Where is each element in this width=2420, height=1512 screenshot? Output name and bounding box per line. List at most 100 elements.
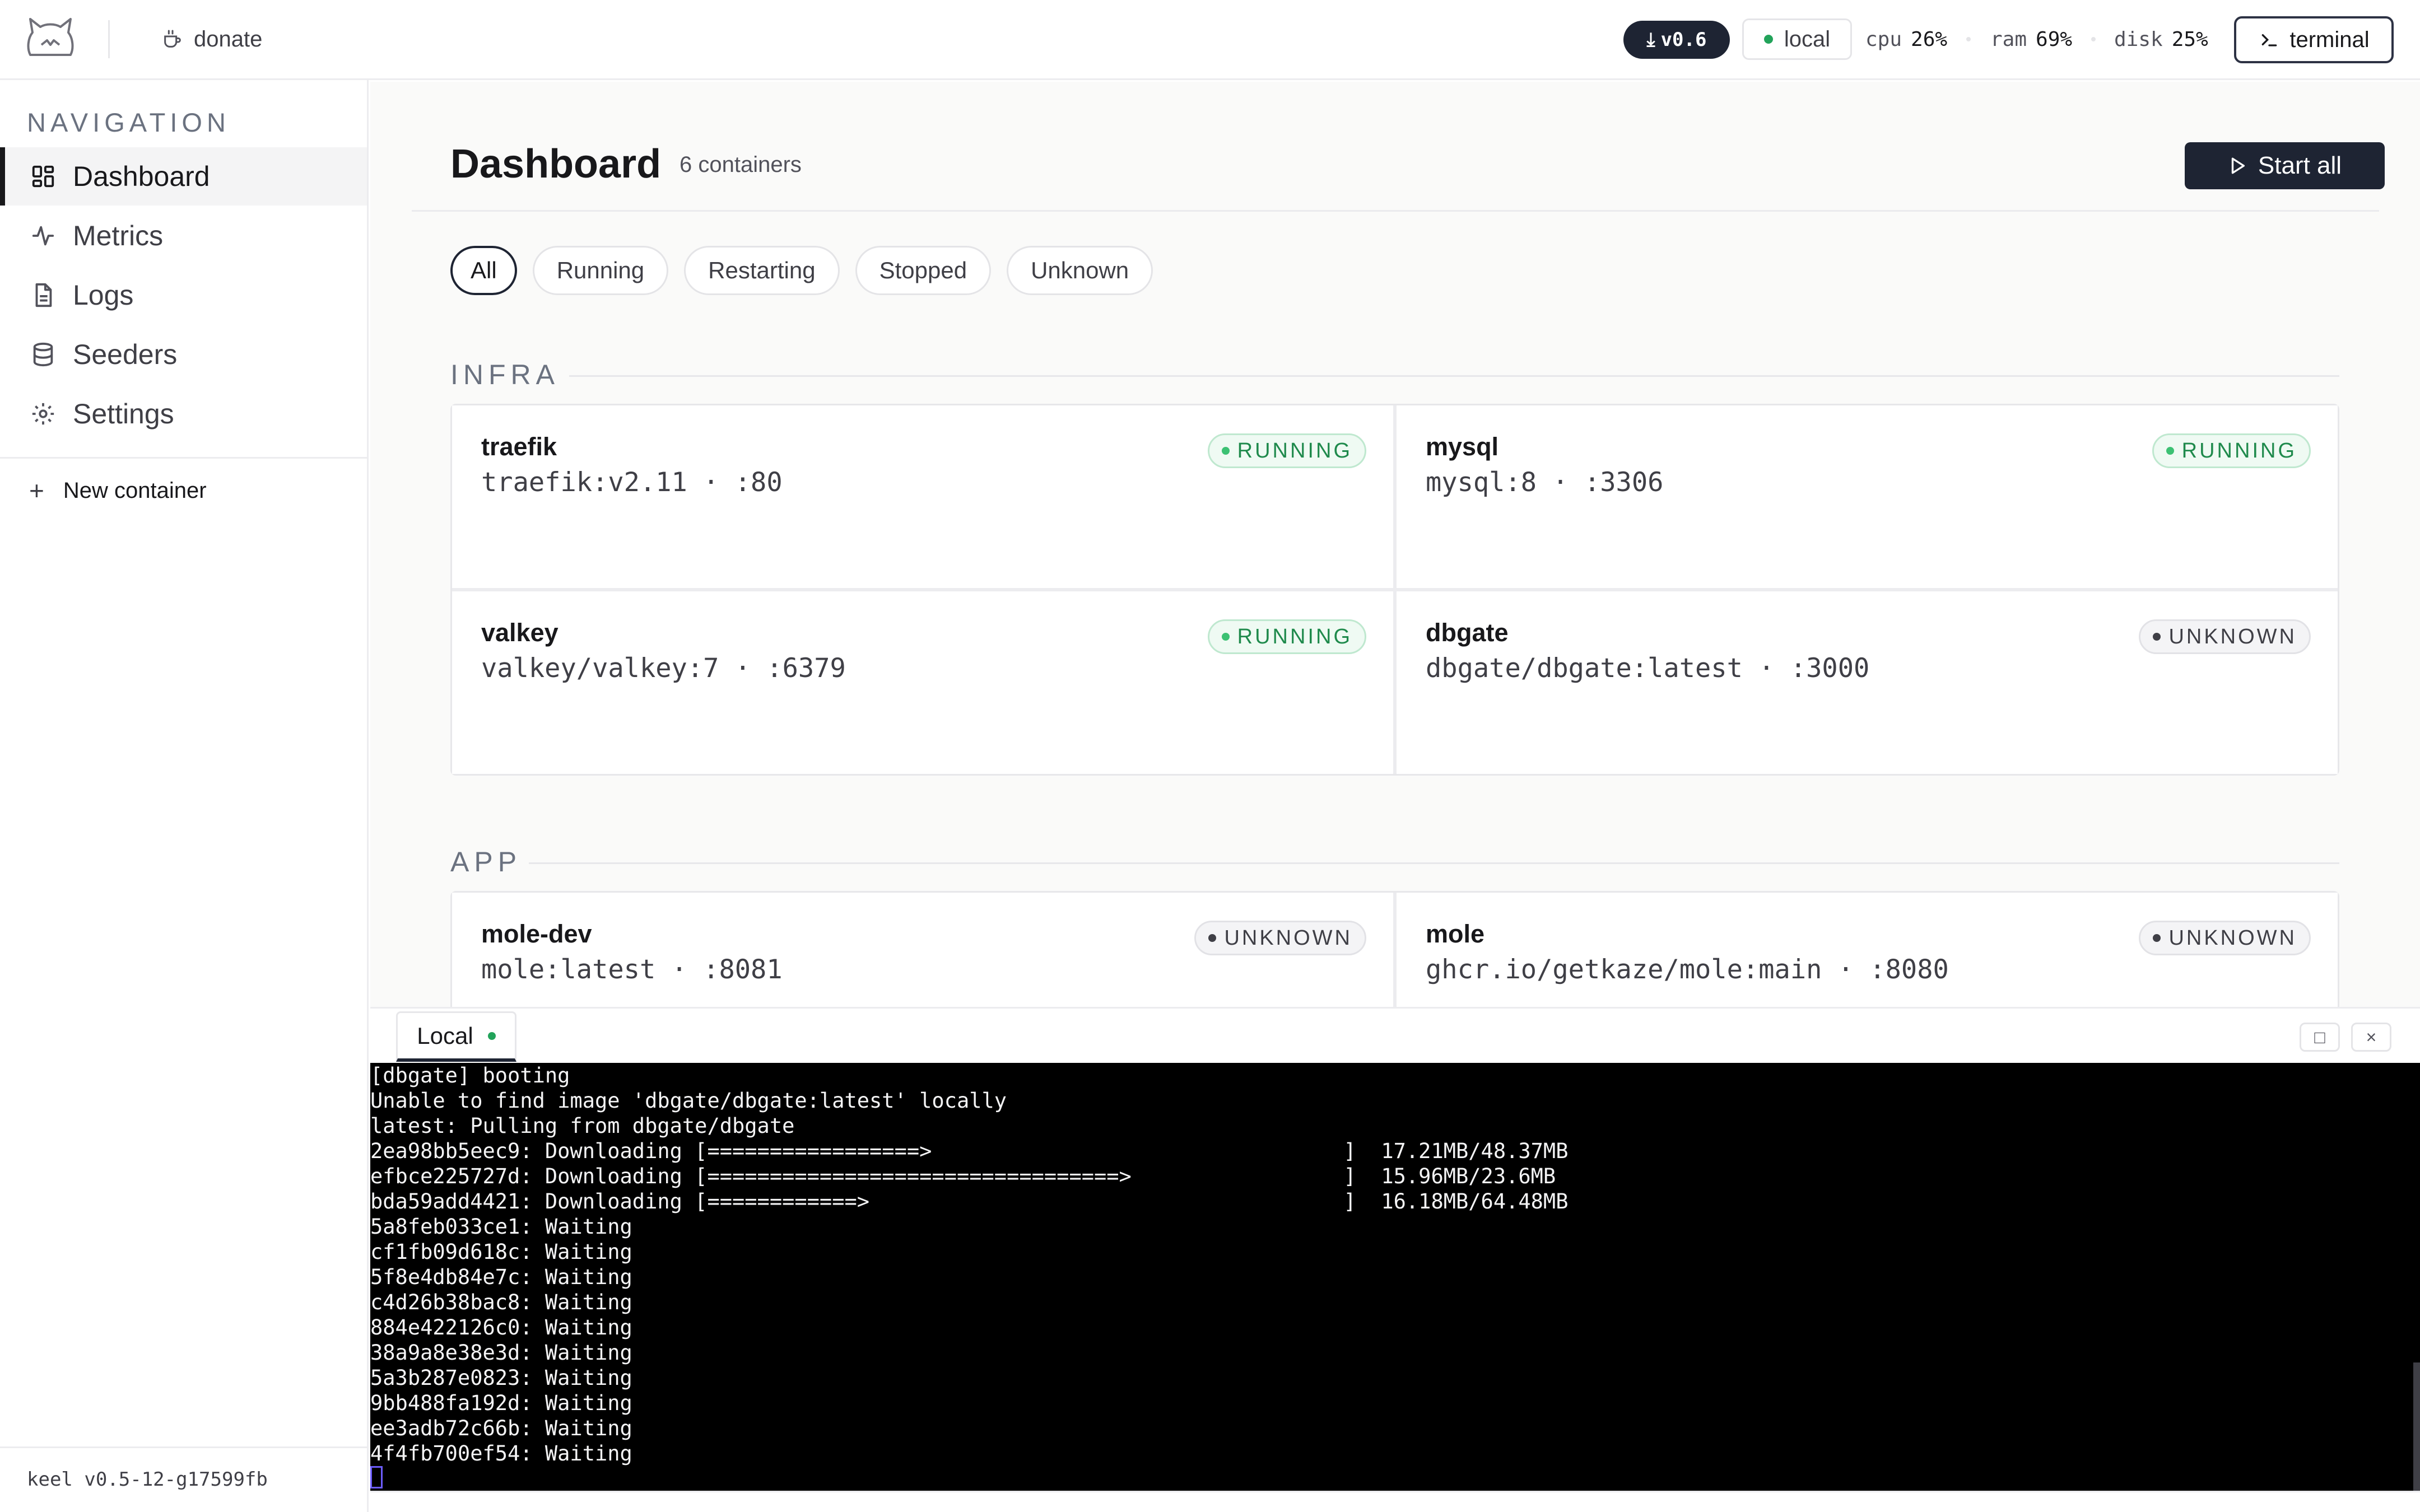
sidebar-item-metrics[interactable]: Metrics — [0, 207, 367, 265]
status-dot — [487, 1032, 496, 1040]
filter-all[interactable]: All — [450, 246, 517, 295]
ram-stat: ram 69% — [1990, 22, 2072, 56]
cpu-value: 26% — [1911, 27, 1948, 51]
main-content: Dashboard 6 containers Start all All Run… — [370, 82, 2420, 1007]
sidebar-item-label: Dashboard — [73, 161, 210, 192]
terminal-line: 5a3b287e0823: Waiting — [370, 1366, 632, 1390]
gear-icon — [32, 403, 54, 425]
filter-restarting[interactable]: Restarting — [684, 246, 840, 295]
terminal-label: terminal — [2289, 27, 2370, 52]
sidebar-item-label: Settings — [73, 398, 174, 430]
sidebar-item-logs[interactable]: Logs — [0, 266, 367, 324]
terminal-panel-header: Local □ × — [370, 1007, 2420, 1063]
dashboard-icon — [32, 165, 54, 188]
terminal-line: latest: Pulling from dbgate/dbgate — [370, 1114, 795, 1138]
status-badge: UNKNOWN — [2139, 619, 2311, 654]
stat-separator — [1966, 37, 1971, 41]
sidebar-item-settings[interactable]: Settings — [0, 385, 367, 443]
filter-running[interactable]: Running — [532, 246, 669, 295]
section-header-infra: INFRA — [450, 358, 2339, 392]
filter-stopped[interactable]: Stopped — [855, 246, 992, 295]
terminal-line: cf1fb09d618c: Waiting — [370, 1240, 632, 1264]
close-button[interactable]: × — [2351, 1023, 2391, 1052]
ram-value: 69% — [2036, 27, 2073, 51]
terminal-log: [dbgate] booting Unable to find image 'd… — [370, 1063, 1568, 1466]
container-image: dbgate/dbgate:latest · :3000 — [1426, 653, 1870, 684]
status-dot — [2153, 934, 2161, 942]
status-dot — [1221, 447, 1230, 455]
nav-title: NAVIGATION — [27, 108, 230, 137]
filter-label: Restarting — [708, 257, 816, 283]
donate-label: donate — [194, 26, 263, 52]
terminal-line: ee3adb72c66b: Waiting — [370, 1416, 632, 1440]
container-name: traefik — [481, 432, 557, 461]
section-header-app: APP — [450, 846, 2339, 879]
container-card[interactable]: traefik traefik:v2.11 · :80 RUNNING — [452, 405, 1393, 588]
status-dot — [1221, 633, 1230, 641]
maximize-button[interactable]: □ — [2300, 1023, 2340, 1052]
filter-label: Running — [556, 257, 645, 283]
coffee-icon — [164, 30, 181, 48]
cat-logo-icon[interactable] — [25, 16, 76, 59]
status-dot — [2153, 633, 2161, 641]
terminal-tab-local[interactable]: Local — [396, 1011, 516, 1062]
terminal-button[interactable]: terminal — [2234, 16, 2394, 63]
filter-label: All — [471, 257, 497, 283]
divider — [0, 457, 367, 459]
status-text: RUNNING — [1237, 624, 1352, 648]
container-name: valkey — [481, 618, 559, 647]
container-image: valkey/valkey:7 · :6379 — [481, 653, 846, 684]
terminal-output[interactable]: [dbgate] booting Unable to find image 'd… — [370, 1063, 2420, 1491]
filter-unknown[interactable]: Unknown — [1007, 246, 1153, 295]
section-rule — [529, 862, 2339, 864]
container-image: mole:latest · :8081 — [481, 954, 783, 985]
container-count: 6 containers — [680, 152, 802, 177]
update-version-badge[interactable]: ⤓ v0.6 — [1623, 21, 1730, 59]
maximize-icon: □ — [2314, 1026, 2325, 1047]
container-name: mysql — [1426, 432, 1499, 461]
database-icon — [33, 342, 53, 367]
new-container-button[interactable]: + New container — [29, 469, 207, 512]
file-icon — [35, 283, 52, 307]
container-image: traefik:v2.11 · :80 — [481, 467, 783, 498]
version-label: v0.6 — [1660, 29, 1707, 51]
start-all-label: Start all — [2258, 152, 2342, 179]
sidebar-item-label: Seeders — [73, 339, 178, 370]
sidebar-item-label: Logs — [73, 279, 134, 311]
new-container-label: New container — [63, 478, 207, 503]
status-badge: UNKNOWN — [1194, 921, 1366, 955]
container-card[interactable]: mole ghcr.io/getkaze/mole:main · :8080 U… — [1397, 893, 2338, 1007]
sidebar-item-seeders[interactable]: Seeders — [0, 325, 367, 384]
play-icon — [2231, 157, 2245, 174]
filter-label: Unknown — [1031, 257, 1129, 283]
terminal-line: bda59add4421: Downloading [============>… — [370, 1189, 1569, 1214]
activity-icon — [32, 226, 54, 246]
container-image: ghcr.io/getkaze/mole:main · :8080 — [1426, 954, 1949, 985]
container-name: mole — [1426, 920, 1485, 948]
container-card[interactable]: mole-dev mole:latest · :8081 UNKNOWN — [452, 893, 1393, 1007]
page-title: Dashboard — [450, 142, 662, 186]
container-card[interactable]: mysql mysql:8 · :3306 RUNNING — [1397, 405, 2338, 588]
terminal-line: 884e422126c0: Waiting — [370, 1315, 632, 1340]
container-card[interactable]: valkey valkey/valkey:7 · :6379 RUNNING — [452, 591, 1393, 774]
status-badge: RUNNING — [1207, 433, 1366, 468]
container-name: dbgate — [1426, 618, 1509, 647]
donate-link[interactable]: donate — [161, 24, 262, 55]
start-all-button[interactable]: Start all — [2185, 142, 2385, 189]
container-card[interactable]: dbgate dbgate/dbgate:latest · :3000 UNKN… — [1397, 591, 2338, 774]
terminal-line: c4d26b38bac8: Waiting — [370, 1290, 632, 1314]
container-name: mole-dev — [481, 920, 592, 948]
ram-label: ram — [1990, 27, 2027, 51]
context-selector[interactable]: local — [1742, 18, 1852, 60]
terminal-line: 4f4fb700ef54: Waiting — [370, 1441, 632, 1466]
sidebar-item-dashboard[interactable]: Dashboard — [0, 147, 367, 206]
status-badge: RUNNING — [2152, 433, 2311, 468]
terminal-scrollbar[interactable] — [2413, 1362, 2420, 1491]
section-rule — [569, 375, 2339, 377]
terminal-line: 38a9a8e38e3d: Waiting — [370, 1341, 632, 1365]
status-badge: RUNNING — [1207, 619, 1366, 654]
terminal-line: 5a8feb033ce1: Waiting — [370, 1215, 632, 1239]
container-image: mysql:8 · :3306 — [1426, 467, 1664, 498]
section-title: APP — [450, 846, 522, 878]
terminal-line: Unable to find image 'dbgate/dbgate:late… — [370, 1089, 1007, 1113]
